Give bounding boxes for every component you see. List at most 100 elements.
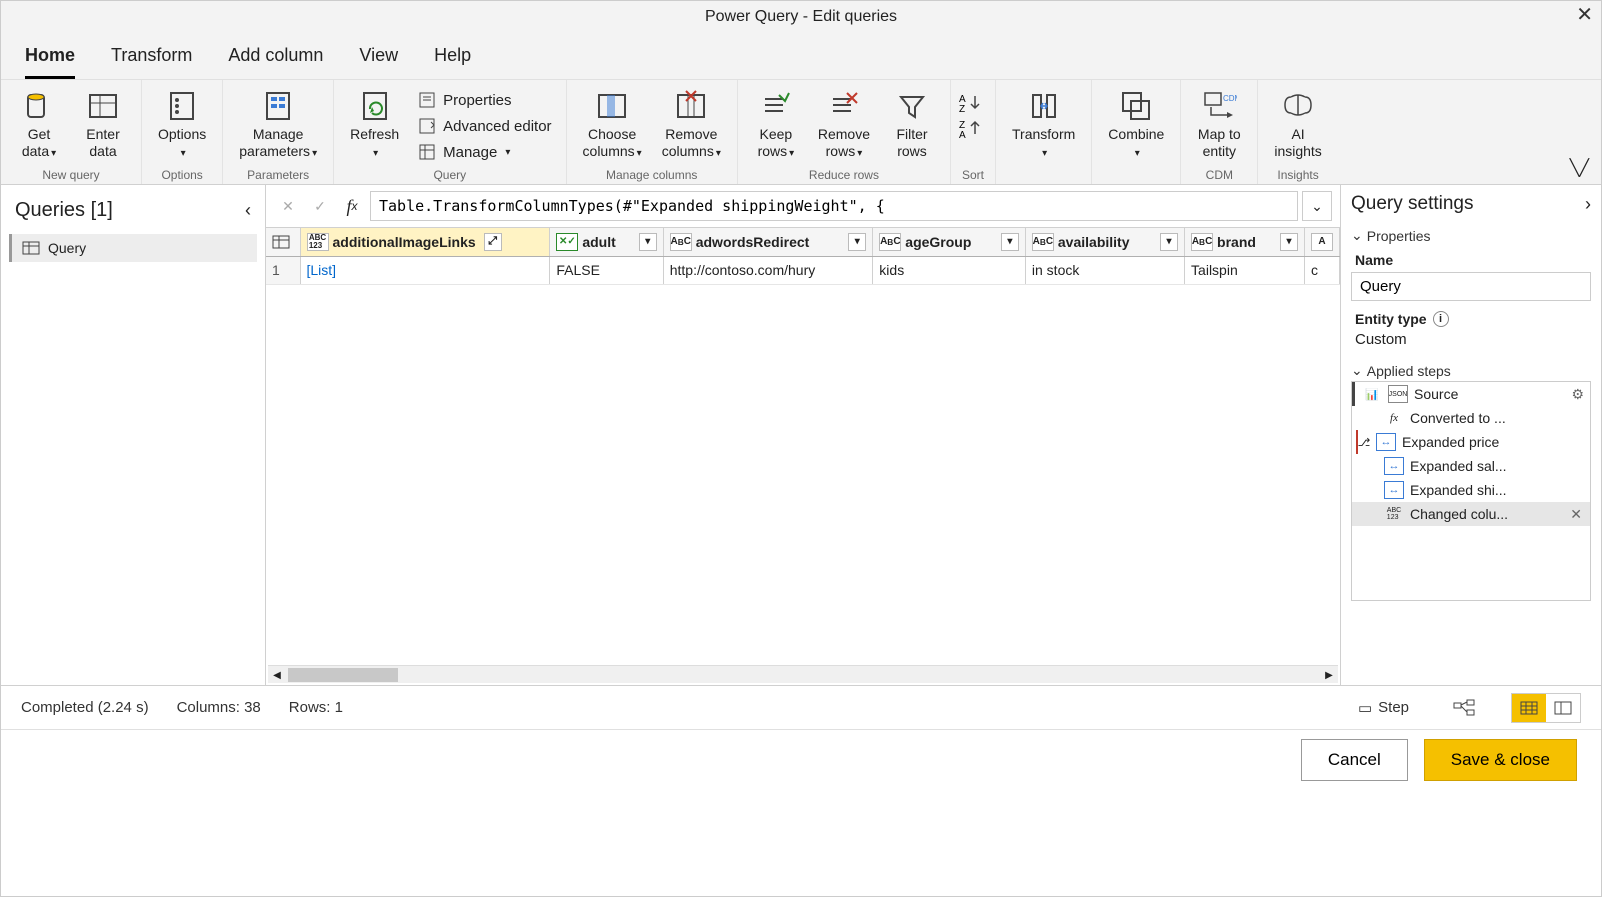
step-source[interactable]: 📊JSONSource⚙: [1352, 382, 1590, 406]
name-label: Name: [1351, 246, 1591, 272]
cell[interactable]: Tailspin: [1185, 256, 1305, 284]
schema-view-button[interactable]: [1546, 694, 1580, 722]
manage-parameters-button[interactable]: Manage parameters▾: [231, 84, 325, 164]
step-expanded-sale[interactable]: ↔Expanded sal...: [1352, 454, 1590, 478]
table-corner-button[interactable]: [266, 228, 300, 256]
enter-data-button[interactable]: Enter data: [73, 84, 133, 164]
choose-columns-button[interactable]: Choose columns▾: [575, 84, 650, 164]
manage-button[interactable]: Manage ▾: [411, 140, 557, 164]
formula-commit-icon[interactable]: ✓: [306, 192, 334, 220]
entity-type-value: Custom: [1351, 331, 1591, 356]
column-header-adult[interactable]: ✕✓adult▾: [550, 228, 663, 256]
combine-button[interactable]: Combine▾: [1100, 84, 1172, 164]
query-name-input[interactable]: [1351, 272, 1591, 301]
enter-data-label: Enter data: [86, 126, 119, 160]
query-item[interactable]: Query: [9, 234, 257, 262]
options-button[interactable]: Options▾: [150, 84, 214, 164]
fx-icon[interactable]: fx: [338, 192, 366, 220]
delete-step-icon[interactable]: ✕: [1570, 506, 1582, 523]
cell[interactable]: kids: [873, 256, 1026, 284]
cell[interactable]: http://contoso.com/hury: [663, 256, 873, 284]
get-data-button[interactable]: Get data▾: [9, 84, 69, 164]
type-any-icon: ABC123: [307, 233, 329, 251]
table-icon: [22, 241, 40, 255]
step-converted[interactable]: fxConverted to ...: [1352, 406, 1590, 430]
column-filter-icon[interactable]: ▾: [639, 233, 657, 251]
close-icon[interactable]: ✕: [1576, 2, 1593, 27]
advanced-editor-button[interactable]: Advanced editor: [411, 114, 557, 138]
cell[interactable]: [List]: [300, 256, 550, 284]
step-expanded-shipping[interactable]: ↔Expanded shi...: [1352, 478, 1590, 502]
tab-view[interactable]: View: [359, 39, 398, 79]
type-any-icon: ABC123: [1384, 505, 1404, 523]
type-text-icon: ABC: [1191, 233, 1213, 251]
expand-column-icon[interactable]: ⤢: [484, 233, 502, 251]
cell[interactable]: FALSE: [550, 256, 663, 284]
scroll-thumb[interactable]: [288, 668, 398, 682]
type-text-icon: ABC: [879, 233, 901, 251]
scroll-left-icon[interactable]: ◀: [268, 666, 286, 684]
column-filter-icon[interactable]: ▾: [1001, 233, 1019, 251]
ribbon-collapse-icon[interactable]: ╲╱: [1570, 158, 1589, 178]
grid-view-button[interactable]: [1512, 694, 1546, 722]
gear-icon[interactable]: ⚙: [1571, 386, 1584, 403]
info-icon[interactable]: i: [1433, 311, 1449, 327]
filter-rows-button[interactable]: Filter rows: [882, 84, 942, 164]
formula-input[interactable]: [370, 191, 1298, 221]
column-filter-icon[interactable]: ▾: [1280, 233, 1298, 251]
expand-right-icon[interactable]: ›: [1585, 194, 1591, 215]
diagram-view-button[interactable]: [1445, 695, 1483, 721]
cancel-button[interactable]: Cancel: [1301, 739, 1408, 781]
column-header-additionalimagelinks[interactable]: ABC123additionalImageLinks⤢: [300, 228, 550, 256]
split-column-icon: [1026, 88, 1062, 124]
column-header-availability[interactable]: ABCavailability▾: [1025, 228, 1184, 256]
column-filter-icon[interactable]: ▾: [1160, 233, 1178, 251]
tab-add-column[interactable]: Add column: [228, 39, 323, 79]
queries-title: Queries [1]: [15, 199, 113, 222]
map-to-entity-button[interactable]: CDM Map to entity: [1189, 84, 1249, 164]
step-expanded-price[interactable]: ⎇↔Expanded price: [1352, 430, 1590, 454]
expand-icon: ↔: [1376, 433, 1396, 451]
sort-asc-button[interactable]: AZ: [959, 92, 987, 112]
tab-home[interactable]: Home: [25, 39, 75, 79]
combine-label: Combine: [1108, 126, 1164, 142]
map-to-entity-label: Map to entity: [1198, 126, 1241, 160]
step-changed-column-type[interactable]: ABC123Changed colu...✕: [1352, 502, 1590, 526]
properties-section-toggle[interactable]: ⌄Properties: [1351, 221, 1591, 246]
column-header-agegroup[interactable]: ABCageGroup▾: [873, 228, 1026, 256]
column-header-adwordsredirect[interactable]: ABCadwordsRedirect▾: [663, 228, 873, 256]
filter-rows-label: Filter rows: [896, 126, 927, 160]
remove-columns-button[interactable]: Remove columns▾: [654, 84, 729, 164]
transform-button[interactable]: Transform▾: [1004, 84, 1083, 164]
sort-desc-button[interactable]: ZA: [959, 118, 987, 138]
ai-insights-button[interactable]: AI insights: [1266, 84, 1329, 164]
scroll-right-icon[interactable]: ▶: [1320, 666, 1338, 684]
table-row[interactable]: 1 [List] FALSE http://contoso.com/hury k…: [266, 256, 1340, 284]
formula-expand-icon[interactable]: ⌄: [1302, 191, 1332, 221]
editor-icon: [417, 116, 437, 136]
refresh-button[interactable]: Refresh▾: [342, 84, 407, 164]
applied-steps-toggle[interactable]: ⌄Applied steps: [1351, 356, 1591, 381]
manage-icon: [417, 142, 437, 162]
tab-help[interactable]: Help: [434, 39, 471, 79]
remove-rows-button[interactable]: Remove rows▾: [810, 84, 878, 164]
cell[interactable]: in stock: [1025, 256, 1184, 284]
column-header-brand[interactable]: ABCbrand▾: [1185, 228, 1305, 256]
horizontal-scrollbar[interactable]: ◀ ▶: [268, 665, 1338, 683]
entity-type-label: Entity type: [1355, 311, 1427, 327]
formula-cancel-icon[interactable]: ✕: [274, 192, 302, 220]
collapse-left-icon[interactable]: ‹: [245, 200, 251, 221]
tab-transform[interactable]: Transform: [111, 39, 192, 79]
column-filter-icon[interactable]: ▾: [848, 233, 866, 251]
properties-button[interactable]: Properties: [411, 88, 557, 112]
status-completed: Completed (2.24 s): [21, 699, 149, 716]
column-header-more[interactable]: A: [1305, 228, 1340, 256]
step-button[interactable]: ▭Step: [1350, 695, 1417, 721]
keep-rows-button[interactable]: Keep rows▾: [746, 84, 806, 164]
save-close-button[interactable]: Save & close: [1424, 739, 1577, 781]
group-query: Query: [433, 164, 466, 182]
svg-text:Z: Z: [959, 104, 965, 112]
cell[interactable]: c: [1305, 256, 1340, 284]
group-parameters: Parameters: [247, 164, 309, 182]
choose-columns-icon: [594, 88, 630, 124]
